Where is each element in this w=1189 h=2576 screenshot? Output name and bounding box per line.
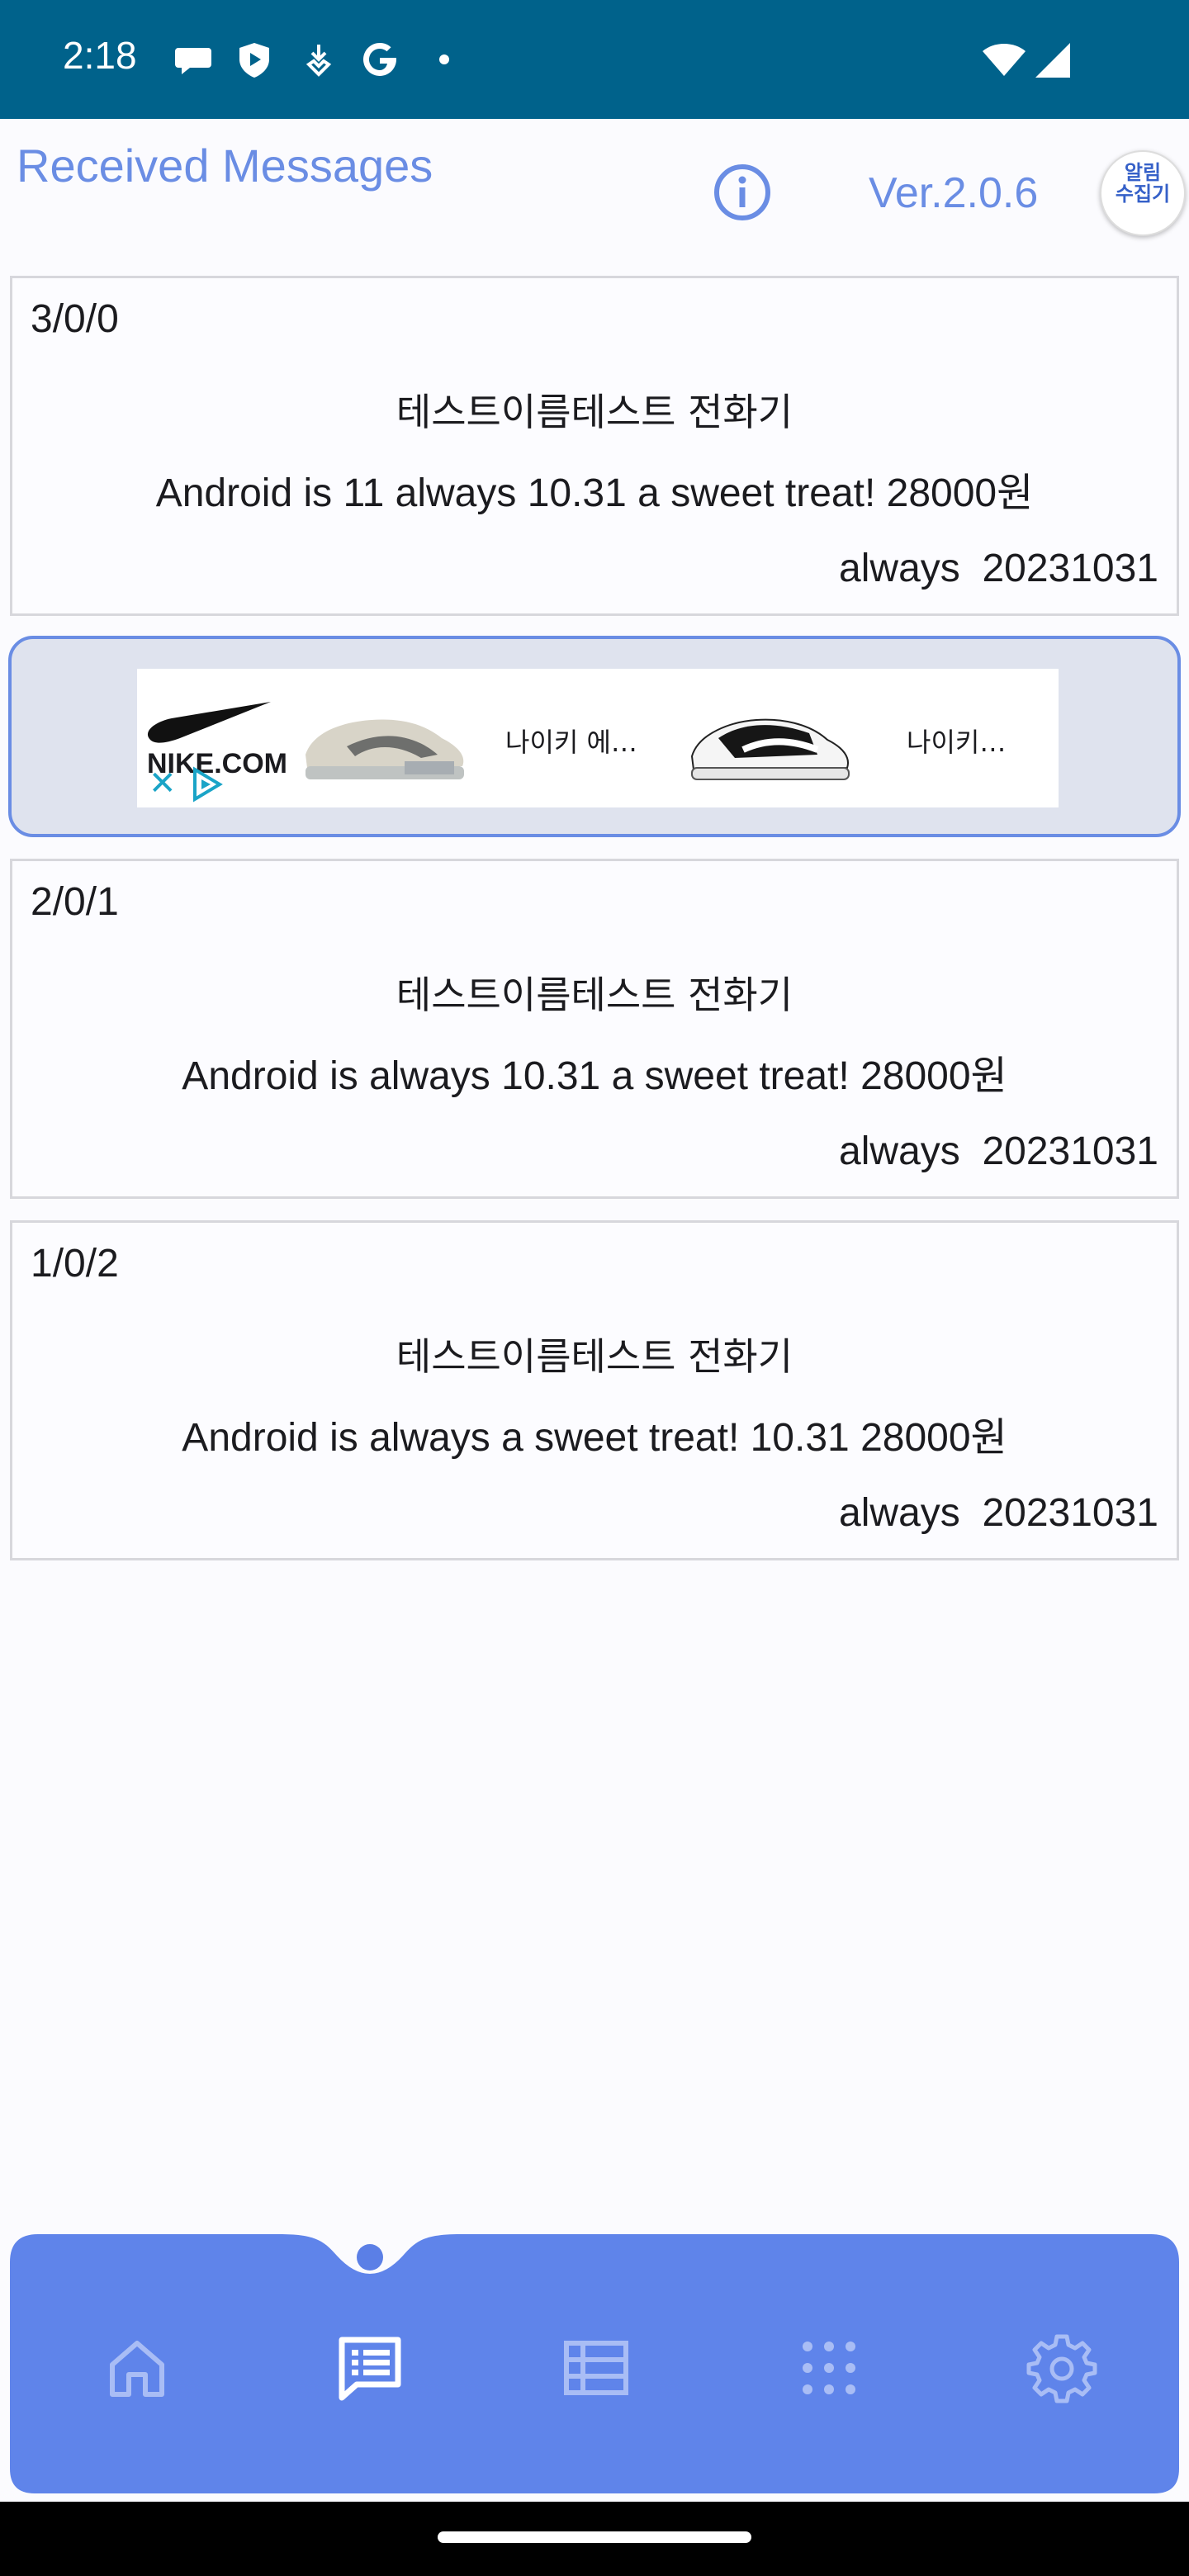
settings-gear-icon[interactable] (1026, 2332, 1098, 2404)
messages-icon[interactable] (334, 2332, 406, 2404)
message-card[interactable]: 3/0/0 테스트이름테스트 전화기 Android is 11 always … (10, 276, 1179, 616)
message-body: Android is always 10.31 a sweet treat! 2… (182, 1054, 1007, 1098)
message-meta: always 20231031 (839, 547, 1158, 590)
download-app-icon (306, 45, 332, 77)
message-card[interactable]: 1/0/2 테스트이름테스트 전화기 Android is always a s… (10, 1220, 1179, 1560)
sneaker-image-2[interactable] (685, 697, 854, 788)
status-time: 2:18 (63, 34, 137, 77)
wifi-icon (983, 44, 1026, 76)
chat-notification-icon (175, 48, 211, 74)
message-id: 3/0/0 (31, 297, 119, 341)
table-icon[interactable] (560, 2332, 632, 2404)
message-sender: 테스트이름테스트 전화기 (396, 973, 793, 1017)
message-sender: 테스트이름테스트 전화기 (396, 1334, 793, 1379)
google-icon (363, 42, 396, 76)
message-body: Android is always a sweet treat! 10.31 2… (182, 1416, 1007, 1460)
message-id: 2/0/1 (31, 880, 119, 924)
apps-grid-icon[interactable] (793, 2332, 865, 2404)
ad-item-label-2[interactable]: 나이키… (907, 722, 1006, 760)
more-notifications-dot-icon (439, 54, 449, 64)
app-logo: 알림 수집기 (1100, 150, 1186, 236)
message-meta: always 20231031 (839, 1491, 1158, 1535)
shield-play-icon (239, 43, 269, 78)
app-logo-text: 알림 수집기 (1115, 161, 1171, 206)
message-body: Android is 11 always 10.31 a sweet treat… (155, 471, 1034, 515)
version-label: Ver.2.0.6 (869, 169, 1039, 217)
adchoices-icon[interactable] (188, 766, 225, 803)
ad-banner[interactable]: NIKE.COM 나이키 에… 나이키… ✕ (8, 636, 1181, 837)
ad-item-label-1[interactable]: 나이키 에… (505, 722, 637, 760)
status-bar: 2:18 (0, 0, 1189, 119)
home-icon[interactable] (101, 2332, 173, 2404)
ad-content[interactable]: NIKE.COM 나이키 에… 나이키… ✕ (137, 669, 1059, 807)
bottom-navigation (10, 2233, 1179, 2493)
page-title: Received Messages (17, 140, 433, 192)
message-card[interactable]: 2/0/1 테스트이름테스트 전화기 Android is always 10.… (10, 859, 1179, 1199)
message-id: 1/0/2 (31, 1242, 119, 1286)
message-meta: always 20231031 (839, 1129, 1158, 1173)
cellular-signal-icon (1035, 43, 1070, 78)
message-sender: 테스트이름테스트 전화기 (396, 390, 793, 434)
nike-swoosh-logo (147, 702, 271, 743)
active-indicator-dot (357, 2244, 383, 2271)
ad-close-icon[interactable]: ✕ (149, 765, 177, 803)
info-icon[interactable] (712, 162, 773, 223)
sneaker-image-1[interactable] (297, 697, 471, 788)
home-gesture-indicator[interactable] (438, 2531, 751, 2543)
